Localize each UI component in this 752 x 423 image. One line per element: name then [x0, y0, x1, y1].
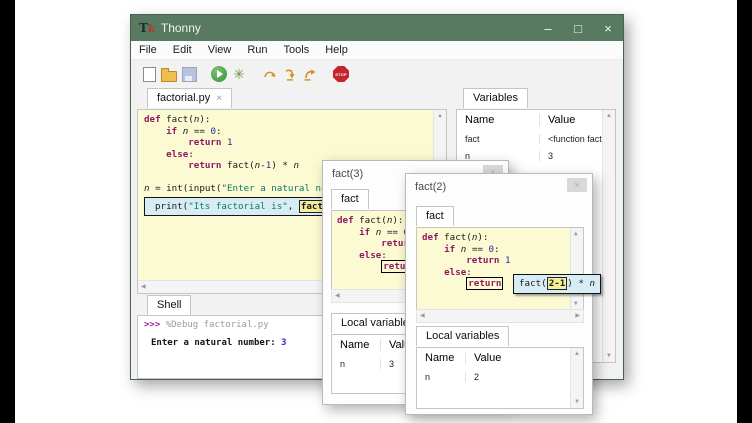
fact2-title: fact(2): [415, 181, 446, 193]
menu-run[interactable]: Run: [239, 44, 275, 56]
tab-factorial-py[interactable]: factorial.py ×: [147, 88, 232, 108]
scroll-up-icon[interactable]: ▲: [574, 351, 580, 357]
toolbar: ✳ STOP: [131, 60, 623, 88]
menu-bar: FileEditViewRunToolsHelp: [131, 41, 623, 60]
scroll-right-icon[interactable]: ▶: [575, 313, 580, 319]
close-icon[interactable]: ×: [593, 15, 623, 41]
title-bar[interactable]: Tk Thonny – □ ×: [131, 15, 623, 41]
fact2-locals-label: Local variables: [426, 330, 499, 342]
menu-tools[interactable]: Tools: [276, 44, 318, 56]
stop-icon[interactable]: STOP: [331, 64, 351, 84]
fact2-horizontal-scrollbar[interactable]: ◀ ▶: [416, 309, 584, 323]
menu-help[interactable]: Help: [317, 44, 356, 56]
save-file-icon[interactable]: [179, 64, 199, 84]
close-icon[interactable]: ×: [567, 178, 587, 192]
tab-close-icon[interactable]: ×: [216, 93, 222, 104]
tab-shell[interactable]: Shell: [147, 295, 191, 315]
scroll-down-icon[interactable]: ▼: [574, 301, 578, 307]
scroll-up-icon[interactable]: ▲: [574, 231, 578, 237]
variables-vertical-scrollbar[interactable]: ▲ ▼: [602, 110, 615, 362]
fact2-locals-table: NameValuen2: [417, 348, 571, 408]
menu-edit[interactable]: Edit: [165, 44, 200, 56]
fact2-locals-panel: NameValuen2 ▲ ▼: [416, 347, 584, 409]
step-into-icon[interactable]: [279, 64, 299, 84]
fact3-title: fact(3): [332, 168, 363, 180]
new-file-icon[interactable]: [139, 64, 159, 84]
fact2-tab-label: fact: [426, 210, 444, 222]
fact2-locals-tab[interactable]: Local variables: [416, 326, 509, 346]
fact3-locals-label: Local variables: [341, 317, 414, 329]
scroll-left-icon[interactable]: ◀: [420, 313, 425, 319]
step-out-icon[interactable]: [299, 64, 319, 84]
app-icon: Tk: [139, 21, 155, 35]
scroll-up-icon[interactable]: ▲: [437, 113, 443, 119]
maximize-icon[interactable]: □: [563, 15, 593, 41]
variables-tab-label: Variables: [473, 92, 518, 104]
fact2-locals-scrollbar[interactable]: ▲ ▼: [570, 348, 583, 408]
open-file-icon[interactable]: [159, 64, 179, 84]
step-over-icon[interactable]: [259, 64, 279, 84]
table-header: NameValue: [417, 348, 571, 368]
table-header: NameValue: [457, 110, 603, 130]
scroll-up-icon[interactable]: ▲: [606, 113, 612, 119]
menu-view[interactable]: View: [200, 44, 240, 56]
window-title: Thonny: [161, 21, 201, 35]
table-row[interactable]: n2: [417, 368, 571, 385]
menu-file[interactable]: File: [131, 44, 165, 56]
fact2-code: def fact(n): if n == 0: return 1 else: r…: [422, 232, 583, 310]
fact2-vertical-scrollbar[interactable]: ▲ ▼: [570, 228, 583, 310]
table-row[interactable]: fact<function fact a: [457, 130, 603, 147]
scroll-down-icon[interactable]: ▼: [606, 353, 612, 359]
window-fact2: fact(2) × fact def fact(n): if n == 0: r…: [405, 173, 593, 415]
minimize-icon[interactable]: –: [533, 15, 563, 41]
shell-tab-label: Shell: [157, 299, 181, 311]
scroll-left-icon[interactable]: ◀: [141, 284, 146, 290]
debug-icon[interactable]: ✳: [229, 64, 249, 84]
editor-tab-label: factorial.py: [157, 92, 210, 104]
fact3-tab-label: fact: [341, 193, 359, 205]
run-icon[interactable]: [209, 64, 229, 84]
desktop-background: Tk Thonny – □ × FileEditViewRunToolsHelp…: [15, 0, 737, 423]
scroll-down-icon[interactable]: ▼: [574, 399, 580, 405]
scroll-left-icon[interactable]: ◀: [335, 293, 340, 299]
fact2-tab-fact[interactable]: fact: [416, 206, 454, 226]
fact3-tab-fact[interactable]: fact: [331, 189, 369, 209]
fact2-code-view[interactable]: def fact(n): if n == 0: return 1 else: r…: [416, 227, 584, 311]
tab-variables[interactable]: Variables: [463, 88, 528, 108]
